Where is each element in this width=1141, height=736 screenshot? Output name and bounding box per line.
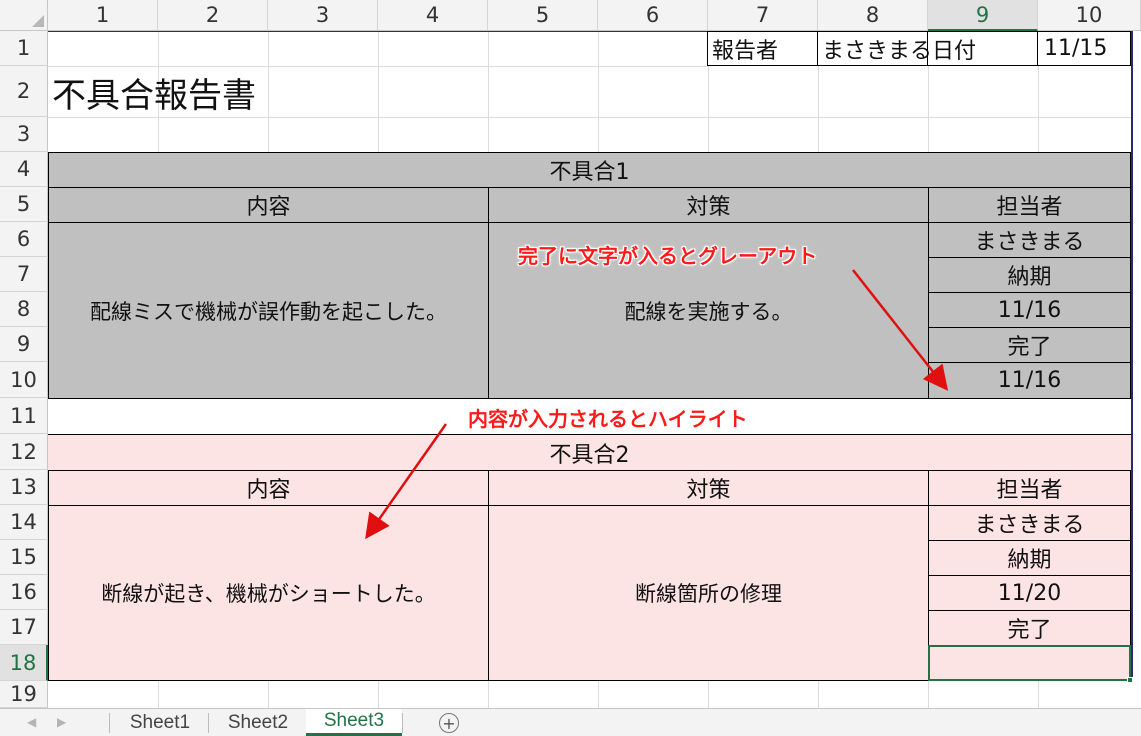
sheet-tab-bar: ◀ ▶ Sheet1 Sheet2 Sheet3 + xyxy=(0,708,1141,736)
add-sheet-icon[interactable]: + xyxy=(439,713,459,733)
annotation-grayout-note: 完了に文字が入るとグレーアウト xyxy=(518,244,818,268)
arrow-to-content-cell xyxy=(365,423,448,540)
tab-separator xyxy=(109,713,110,733)
tab-separator xyxy=(402,713,403,733)
scroll-tabs-left-icon[interactable]: ◀ xyxy=(27,715,36,729)
sheet-tab-3-active[interactable]: Sheet3 xyxy=(306,709,402,736)
scroll-tabs-right-icon[interactable]: ▶ xyxy=(57,715,66,729)
annotation-highlight-note: 内容が入力されるとハイライト xyxy=(468,407,748,431)
sheet-tab-2[interactable]: Sheet2 xyxy=(210,709,306,736)
annotation-arrows xyxy=(365,269,949,540)
tab-separator xyxy=(208,713,209,733)
sheet-tab-1[interactable]: Sheet1 xyxy=(112,709,208,736)
arrow-to-done-cell xyxy=(852,269,949,391)
